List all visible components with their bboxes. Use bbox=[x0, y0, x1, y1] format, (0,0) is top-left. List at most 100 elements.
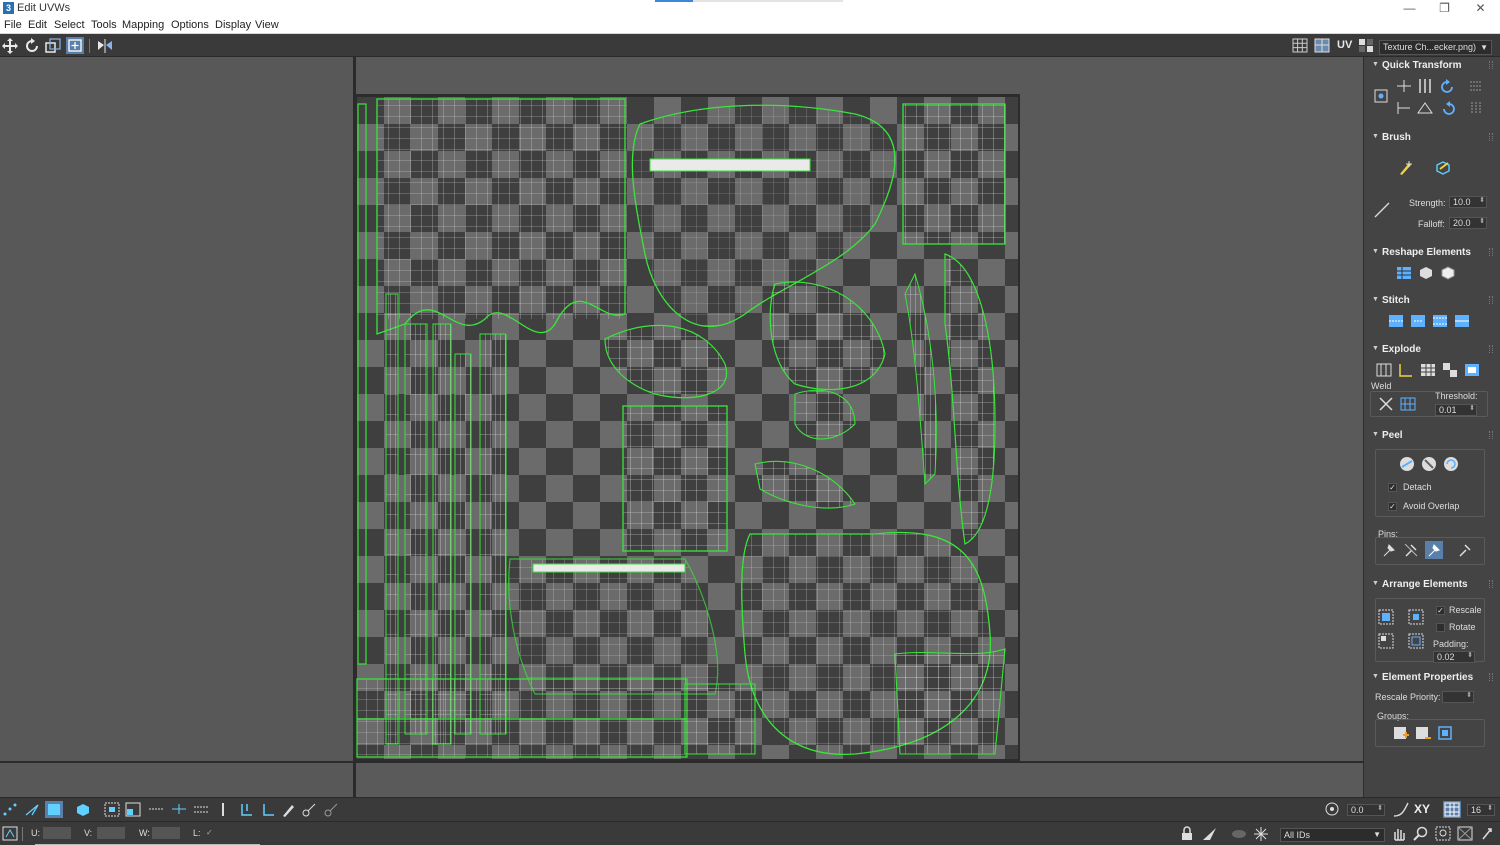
menu-options[interactable]: Options bbox=[171, 19, 209, 31]
threshold-spinner[interactable]: 0.01 ⬍ bbox=[1435, 404, 1477, 416]
spinner-arrows-icon[interactable]: ⬍ bbox=[1479, 217, 1485, 227]
spinner-arrows-icon[interactable]: ⬍ bbox=[1467, 651, 1473, 661]
stitch-average-icon[interactable] bbox=[1431, 312, 1449, 330]
flatten-icon[interactable] bbox=[1441, 361, 1459, 379]
uv-shell-strip[interactable] bbox=[385, 293, 399, 745]
grow-selection-icon[interactable] bbox=[103, 801, 121, 818]
rollout-header[interactable]: ▼ Stitch bbox=[1367, 294, 1497, 308]
straighten-selection-icon[interactable] bbox=[1395, 264, 1413, 282]
spinner-arrows-icon[interactable]: ⬍ bbox=[1466, 691, 1472, 701]
element-mode-icon[interactable] bbox=[74, 801, 92, 818]
deselect-brush-icon[interactable] bbox=[322, 801, 340, 818]
break-icon[interactable] bbox=[1463, 361, 1481, 379]
ring-icon[interactable] bbox=[147, 801, 165, 818]
rollout-header[interactable]: ▼ Arrange Elements bbox=[1367, 578, 1497, 592]
strength-spinner[interactable]: 10.0 ⬍ bbox=[1449, 196, 1487, 208]
padding-spinner[interactable]: 0.02 ⬍ bbox=[1433, 651, 1475, 663]
spacing-icon[interactable] bbox=[1467, 77, 1485, 95]
grid-size-spinner[interactable]: 16 ⬍ bbox=[1467, 804, 1495, 816]
checker-grid-icon[interactable] bbox=[1291, 37, 1309, 54]
menu-select[interactable]: Select bbox=[54, 19, 85, 31]
quick-peel-icon[interactable] bbox=[1398, 455, 1416, 473]
uv-shell[interactable] bbox=[377, 99, 627, 319]
uv-shell[interactable] bbox=[684, 683, 756, 755]
shrink-selection-icon[interactable] bbox=[124, 801, 142, 818]
ungroup-selected-icon[interactable] bbox=[1414, 724, 1432, 742]
pack-together-icon[interactable] bbox=[1377, 632, 1395, 650]
soft-selection-icon[interactable] bbox=[1323, 801, 1341, 818]
rescale-checkbox[interactable]: ✓ bbox=[1436, 606, 1445, 615]
show-map-icon[interactable] bbox=[1313, 37, 1331, 54]
uv-shell-strip[interactable] bbox=[454, 353, 472, 735]
relax-settings-icon[interactable] bbox=[1439, 264, 1457, 282]
rollout-header[interactable]: ▼ Brush bbox=[1367, 131, 1497, 145]
select-group-icon[interactable] bbox=[1436, 724, 1454, 742]
spinner-arrows-icon[interactable]: ⬍ bbox=[1487, 804, 1493, 814]
u-field[interactable] bbox=[43, 827, 71, 839]
brush-falloff-icon[interactable] bbox=[1373, 201, 1391, 219]
uv-shell-strip[interactable] bbox=[479, 333, 507, 735]
align-center-icon[interactable] bbox=[1395, 99, 1413, 117]
stitch-to-source-icon[interactable] bbox=[1453, 312, 1471, 330]
weld-selected-icon[interactable] bbox=[1377, 395, 1395, 413]
freeform-icon[interactable] bbox=[66, 37, 84, 54]
menu-edit[interactable]: Edit bbox=[28, 19, 47, 31]
l-checkbox[interactable]: ✓ bbox=[206, 828, 213, 837]
uv-viewport[interactable] bbox=[0, 57, 1363, 797]
uv-axis-label[interactable]: UV bbox=[1337, 39, 1352, 51]
spinner-arrows-icon[interactable]: ⬍ bbox=[1479, 196, 1485, 206]
avoid-overlap-checkbox[interactable]: ✓ bbox=[1388, 502, 1397, 511]
rollout-header[interactable]: ▼ Quick Transform bbox=[1367, 59, 1497, 73]
v-field[interactable] bbox=[97, 827, 125, 839]
pivot-icon[interactable] bbox=[1372, 87, 1390, 105]
stitch-custom-icon[interactable] bbox=[1387, 312, 1405, 330]
texture-dropdown[interactable]: Texture Ch...ecker.png) ▼ bbox=[1379, 40, 1492, 55]
menu-view[interactable]: View bbox=[255, 19, 279, 31]
snap-grid-icon[interactable] bbox=[1443, 801, 1461, 818]
zoom-icon[interactable] bbox=[1412, 825, 1430, 842]
rollout-header[interactable]: ▼ Explode bbox=[1367, 343, 1497, 357]
vertex-mode-icon[interactable] bbox=[1, 801, 19, 818]
menu-file[interactable]: File bbox=[4, 19, 22, 31]
pan-icon[interactable] bbox=[1390, 825, 1408, 842]
mirror-icon[interactable] bbox=[96, 37, 114, 54]
restore-button[interactable]: ❐ bbox=[1427, 0, 1462, 17]
uv-shell-strip[interactable] bbox=[404, 323, 428, 735]
w-field[interactable] bbox=[152, 827, 180, 839]
rollout-header[interactable]: ▼ Reshape Elements bbox=[1367, 246, 1497, 260]
rotate-checkbox[interactable] bbox=[1436, 623, 1445, 632]
pack-normalize-icon[interactable] bbox=[1407, 608, 1425, 626]
break-by-smoothing-icon[interactable] bbox=[1397, 361, 1415, 379]
menu-tools[interactable]: Tools bbox=[91, 19, 117, 31]
lock-icon[interactable] bbox=[1178, 825, 1196, 842]
scale-icon[interactable] bbox=[44, 37, 62, 54]
paint-select-icon[interactable] bbox=[280, 801, 298, 818]
pack-custom-icon[interactable] bbox=[1377, 608, 1395, 626]
align-bottom-icon[interactable] bbox=[260, 801, 278, 818]
polygon-mode-icon[interactable] bbox=[45, 801, 63, 818]
minimize-button[interactable]: — bbox=[1392, 0, 1427, 17]
auto-pin-icon[interactable] bbox=[1425, 541, 1443, 559]
unpin-icon[interactable] bbox=[1402, 541, 1420, 559]
break-by-material-icon[interactable] bbox=[1419, 361, 1437, 379]
rotate-cw-icon[interactable] bbox=[1439, 99, 1457, 117]
spinner-arrows-icon[interactable]: ⬍ bbox=[1469, 404, 1475, 414]
move-icon[interactable] bbox=[1, 37, 19, 54]
uv-shell[interactable] bbox=[622, 405, 728, 552]
uv-shell[interactable] bbox=[508, 558, 719, 695]
grow-loop-icon[interactable] bbox=[192, 801, 210, 818]
uv-shell[interactable] bbox=[894, 648, 1006, 755]
auto-unpin-icon[interactable] bbox=[1456, 541, 1474, 559]
menu-mapping[interactable]: Mapping bbox=[122, 19, 164, 31]
edge-distortion-icon[interactable] bbox=[1201, 825, 1219, 842]
pack-settings-icon[interactable] bbox=[1407, 632, 1425, 650]
rollout-header[interactable]: ▼ Element Properties bbox=[1367, 671, 1497, 685]
peel-mode-icon[interactable] bbox=[1420, 455, 1438, 473]
falloff-curve-icon[interactable] bbox=[1392, 801, 1410, 818]
close-button[interactable]: ✕ bbox=[1463, 0, 1498, 17]
align-horizontal-icon[interactable] bbox=[1395, 77, 1413, 95]
absolute-mode-icon[interactable] bbox=[1, 825, 19, 842]
rotate-icon[interactable] bbox=[23, 37, 41, 54]
menu-display[interactable]: Display bbox=[215, 19, 251, 31]
texture-icon[interactable] bbox=[1357, 37, 1375, 54]
